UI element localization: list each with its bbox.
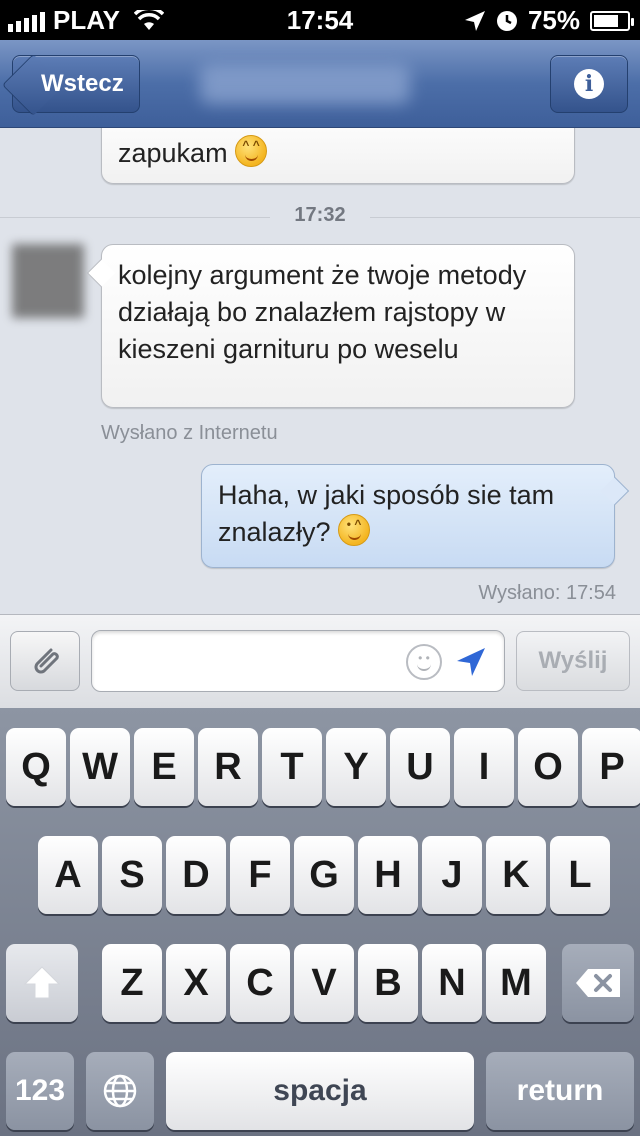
key-r[interactable]: R xyxy=(198,728,258,806)
emoji-wink-icon xyxy=(338,514,371,546)
key-d[interactable]: D xyxy=(166,836,226,914)
navigation-bar: Wstecz i xyxy=(0,40,640,128)
globe-key[interactable] xyxy=(86,1052,154,1130)
paperclip-icon xyxy=(34,648,59,674)
message-source-label: Wysłano z Internetu xyxy=(101,422,278,444)
key-h[interactable]: H xyxy=(358,836,418,914)
globe-icon xyxy=(103,1074,137,1108)
back-button[interactable]: Wstecz xyxy=(1,53,140,117)
return-key[interactable]: return xyxy=(486,1052,634,1130)
message-input[interactable] xyxy=(91,630,505,692)
key-n[interactable]: N xyxy=(422,944,482,1022)
key-e[interactable]: E xyxy=(134,728,194,806)
clock-icon xyxy=(496,10,517,31)
bubble-tail xyxy=(600,476,630,506)
attach-button[interactable] xyxy=(10,631,80,691)
message-bubble-outgoing: Haha, w jaki sposób sie tam znalazły? xyxy=(201,464,630,568)
key-m[interactable]: M xyxy=(486,944,546,1022)
back-button-label: Wstecz xyxy=(41,70,124,97)
key-b[interactable]: B xyxy=(358,944,418,1022)
avatar[interactable] xyxy=(12,244,84,318)
chat-area[interactable]: zapukam 17:32 kolejny argument że twoje … xyxy=(0,128,640,614)
message-input-bar: Wyślij xyxy=(0,614,640,708)
message-bubble-incoming-previous: zapukam xyxy=(101,128,575,184)
location-arrow-icon[interactable] xyxy=(454,645,488,679)
key-y[interactable]: Y xyxy=(326,728,386,806)
timestamp-label: 17:32 xyxy=(270,204,370,227)
numbers-key[interactable]: 123 xyxy=(6,1052,74,1130)
key-w[interactable]: W xyxy=(70,728,130,806)
keyboard: 123 spacja return QWERTYUIOP ASDFGHJKL ZXC… xyxy=(0,708,640,1136)
key-i[interactable]: I xyxy=(454,728,514,806)
status-bar: PLAY 17:54 75% xyxy=(0,0,640,40)
key-t[interactable]: T xyxy=(262,728,322,806)
space-key[interactable]: spacja xyxy=(166,1052,474,1130)
key-p[interactable]: P xyxy=(582,728,640,806)
backspace-key[interactable] xyxy=(562,944,634,1022)
info-icon: i xyxy=(574,69,604,99)
shift-icon xyxy=(23,966,61,999)
key-s[interactable]: S xyxy=(102,836,162,914)
key-g[interactable]: G xyxy=(294,836,354,914)
contact-name-blurred xyxy=(200,64,410,104)
emoji-smile-icon xyxy=(235,135,268,167)
key-u[interactable]: U xyxy=(390,728,450,806)
shift-key[interactable] xyxy=(6,944,78,1022)
message-text: Haha, w jaki sposób sie tam znalazły? xyxy=(218,480,555,547)
sent-status-label: Wysłano: 17:54 xyxy=(478,582,616,604)
backspace-icon xyxy=(576,969,620,997)
battery-icon xyxy=(590,10,634,31)
key-v[interactable]: V xyxy=(294,944,354,1022)
key-k[interactable]: K xyxy=(486,836,546,914)
smiley-icon[interactable] xyxy=(406,644,442,680)
location-icon xyxy=(464,10,485,31)
key-z[interactable]: Z xyxy=(102,944,162,1022)
key-c[interactable]: C xyxy=(230,944,290,1022)
key-f[interactable]: F xyxy=(230,836,290,914)
key-x[interactable]: X xyxy=(166,944,226,1022)
message-bubble-incoming: kolejny argument że twoje metody działaj… xyxy=(86,244,575,408)
key-l[interactable]: L xyxy=(550,836,610,914)
message-text: kolejny argument że twoje metody działaj… xyxy=(118,260,527,364)
key-a[interactable]: A xyxy=(38,836,98,914)
key-o[interactable]: O xyxy=(518,728,578,806)
key-j[interactable]: J xyxy=(422,836,482,914)
send-button[interactable]: Wyślij xyxy=(516,631,630,691)
battery-percent: 75% xyxy=(527,5,580,35)
battery-fill xyxy=(594,14,618,27)
key-q[interactable]: Q xyxy=(6,728,66,806)
bubble-tail xyxy=(86,258,116,288)
message-text: zapukam xyxy=(118,138,228,168)
info-button[interactable]: i xyxy=(550,55,628,113)
